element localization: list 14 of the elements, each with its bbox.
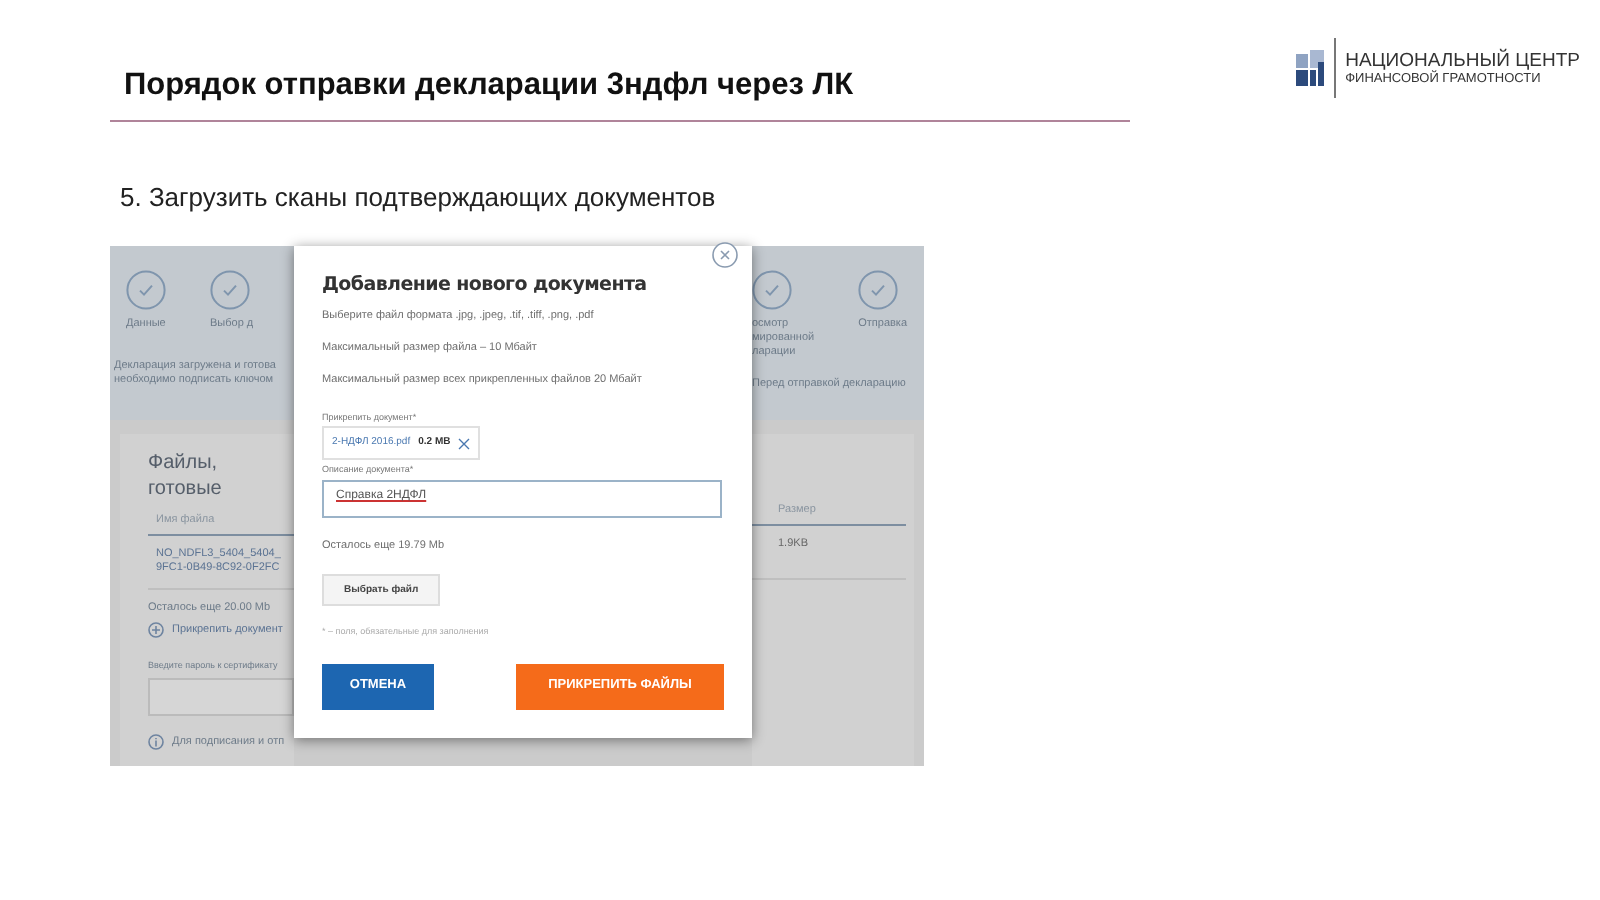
card-title: Файлы, готовые	[148, 449, 224, 502]
plus-circle-icon	[148, 622, 164, 639]
step-check-icon	[210, 269, 250, 310]
info-icon	[148, 734, 164, 751]
step-check-icon	[858, 269, 899, 310]
step-check-icon	[752, 269, 792, 310]
step-check-icon	[126, 269, 166, 310]
logo-icon	[1295, 50, 1324, 87]
close-icon	[458, 437, 471, 450]
password-field[interactable]	[148, 678, 294, 717]
modal-title: Добавление нового документа	[322, 273, 649, 299]
logo-text: НАЦИОНАЛЬНЫЙ ЦЕНТР	[1345, 49, 1580, 72]
slide-subtitle: 5. Загрузить сканы подтверждающих документов	[120, 180, 718, 217]
slide-title: Порядок отправки декларации 3ндфл через ЛК	[124, 66, 854, 106]
